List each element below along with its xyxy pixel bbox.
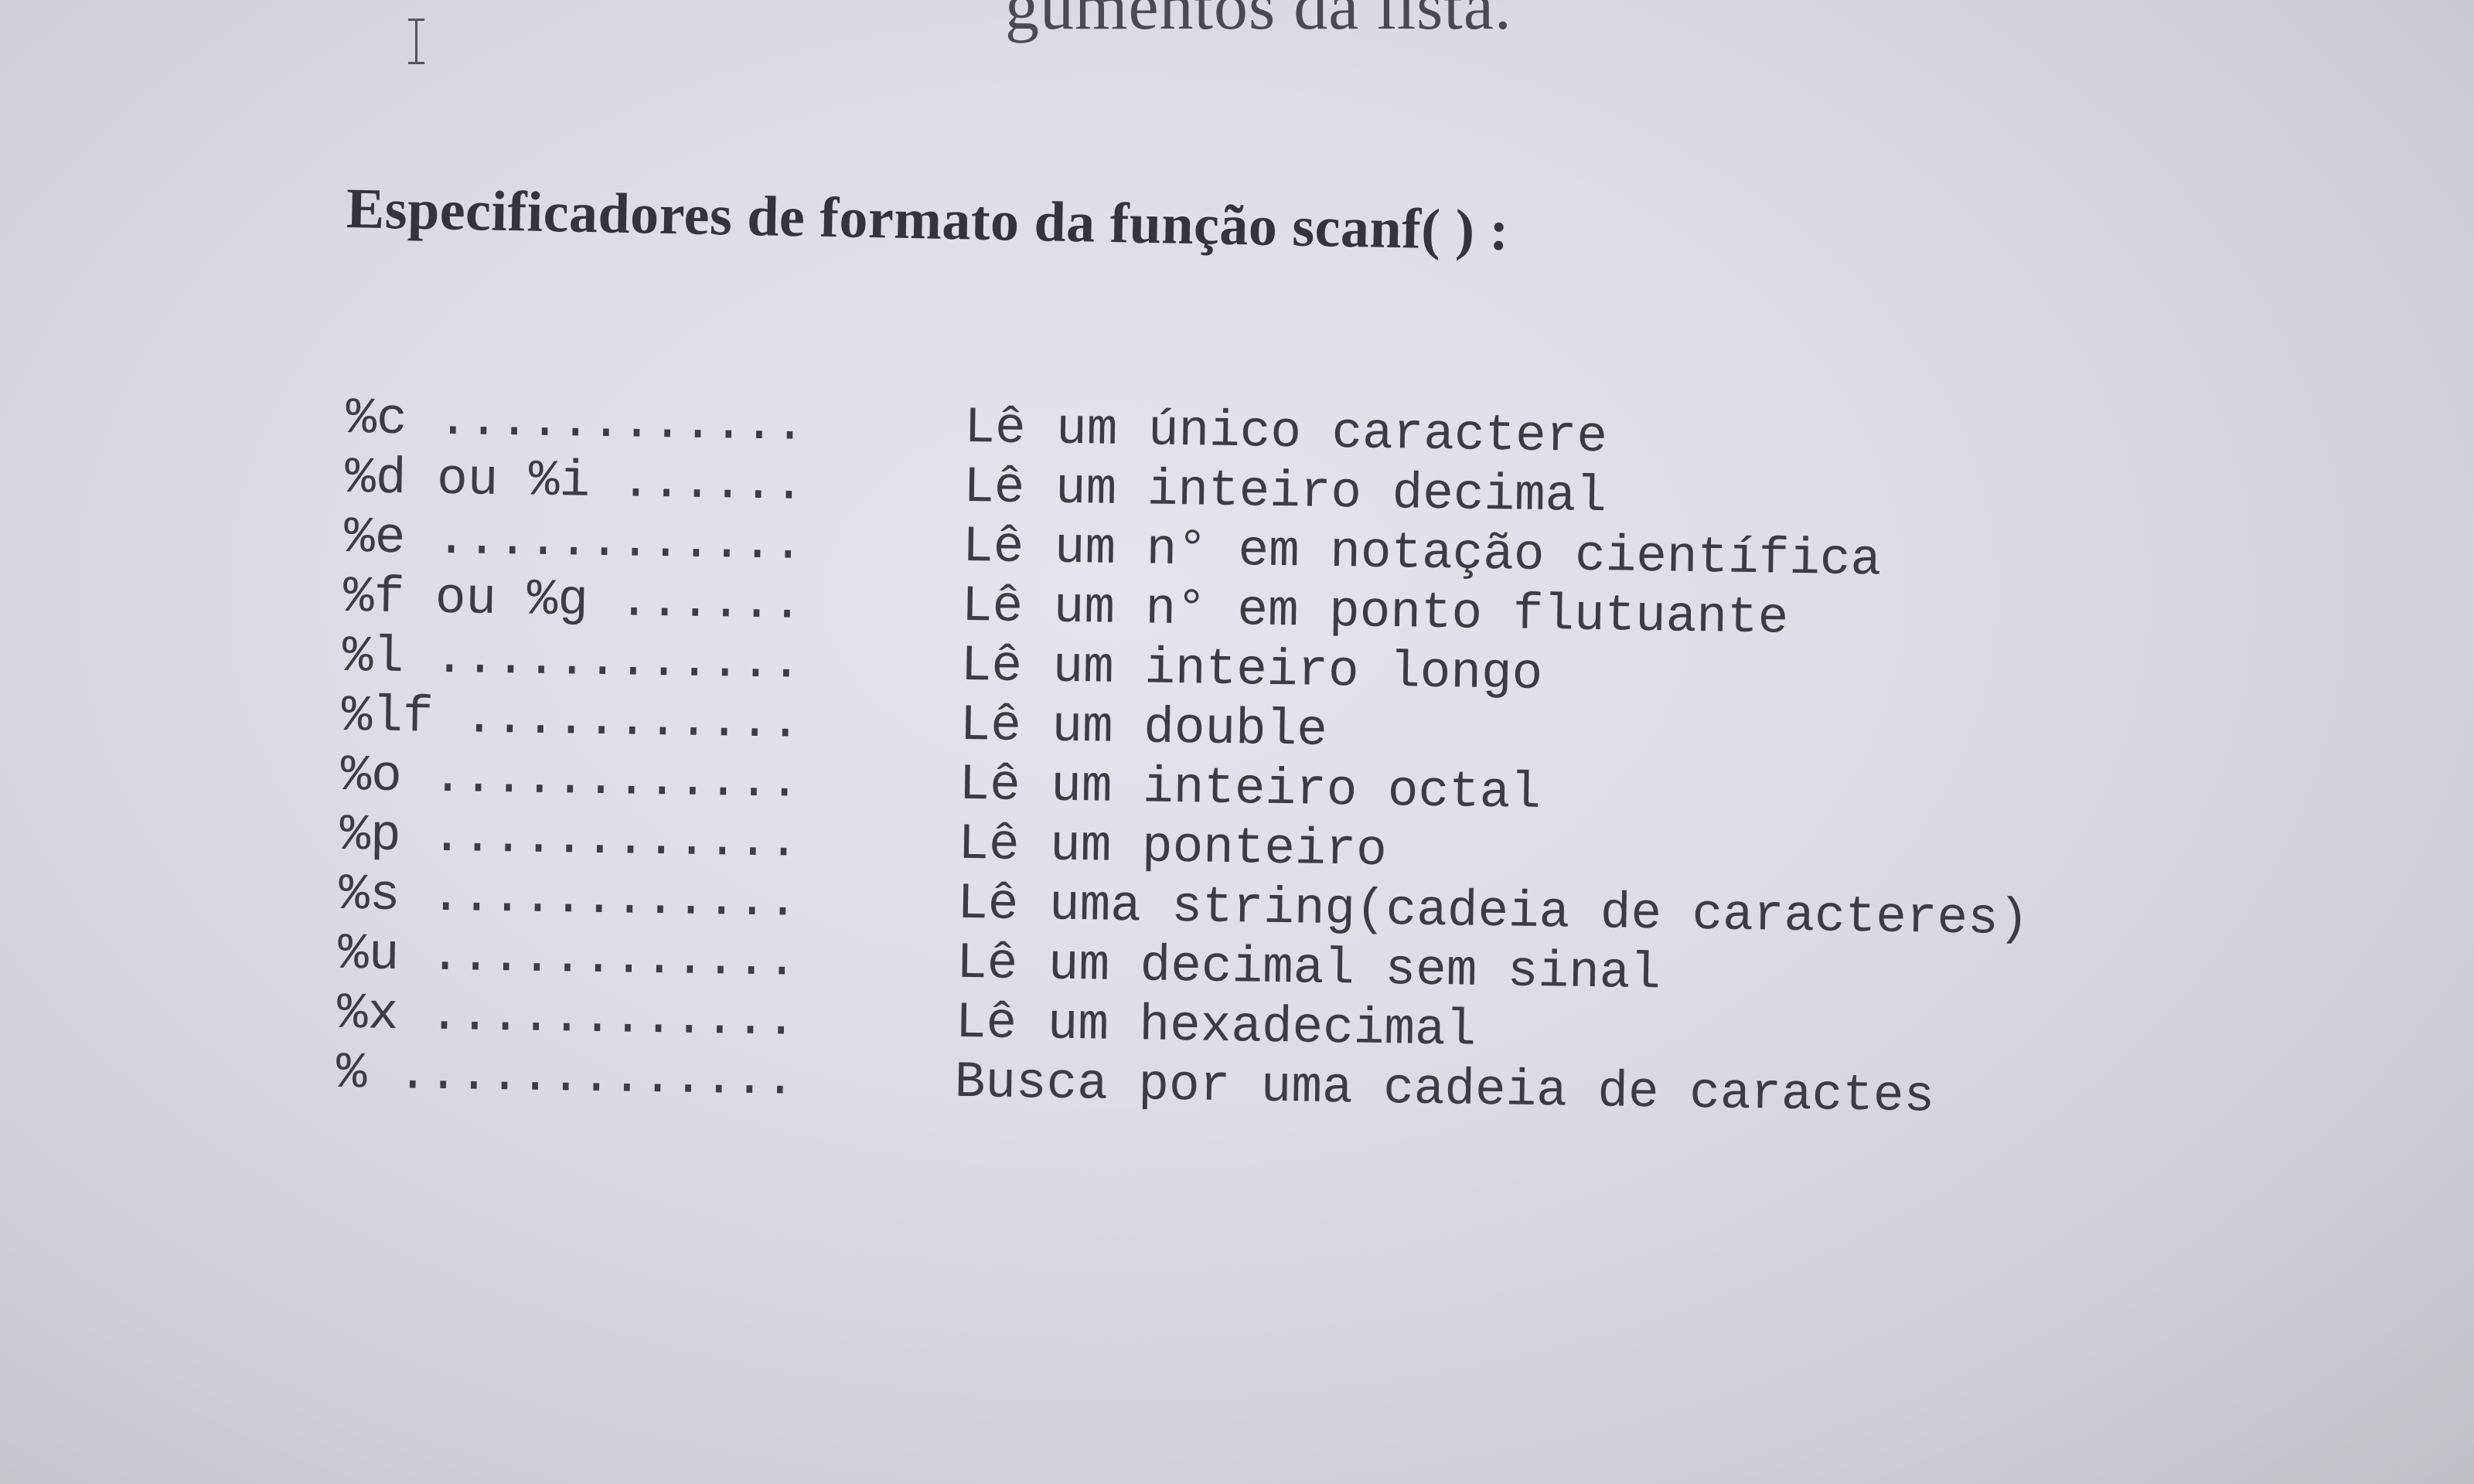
specifier-description: Lê um ponteiro [957, 815, 1388, 880]
specifier-code: %lf ........... [341, 686, 802, 752]
specifier-description: Lê um decimal sem sinal [956, 934, 1661, 1003]
specifier-description: Lê um inteiro octal [958, 755, 1542, 822]
specifier-description: Lê um hexadecimal [955, 993, 1477, 1060]
specifier-code: %p ............ [339, 805, 800, 871]
specifier-description: Lê um double [959, 696, 1328, 760]
specifier-code: % ............. [336, 1043, 796, 1109]
specifier-description: Lê um inteiro longo [960, 636, 1543, 703]
previous-paragraph-fragment: gumentos da lista. [1005, 0, 1512, 46]
page: { "top_fragment": { "text": "gumentos da… [0, 0, 2474, 1484]
specifier-code: %u ............ [337, 924, 798, 990]
specifier-code: %d ou %i ...... [344, 448, 805, 514]
previous-paragraph-text: gumentos da lista. [1005, 0, 1512, 44]
specifier-description: Lê um único caractere [963, 398, 1608, 467]
specifier-code: %l ............ [342, 627, 803, 693]
specifier-code: %c ............ [345, 390, 806, 454]
specifier-code: %e ............ [343, 508, 804, 574]
specifier-code: %s ............ [338, 865, 799, 931]
section-heading: Especificadores de formato da função sca… [346, 177, 1510, 263]
specifier-description: Lê um n° em ponto flutuante [961, 577, 1789, 648]
specifier-code: %f ou %g ...... [342, 567, 803, 633]
specifier-code: %o ............ [340, 746, 801, 812]
text-cursor-icon [408, 17, 424, 65]
format-specifier-list: %c ............ Lê um único caractere %d… [336, 390, 2217, 1132]
specifier-code: %x ............ [336, 984, 797, 1050]
specifier-description: Lê um inteiro decimal [963, 458, 1607, 526]
